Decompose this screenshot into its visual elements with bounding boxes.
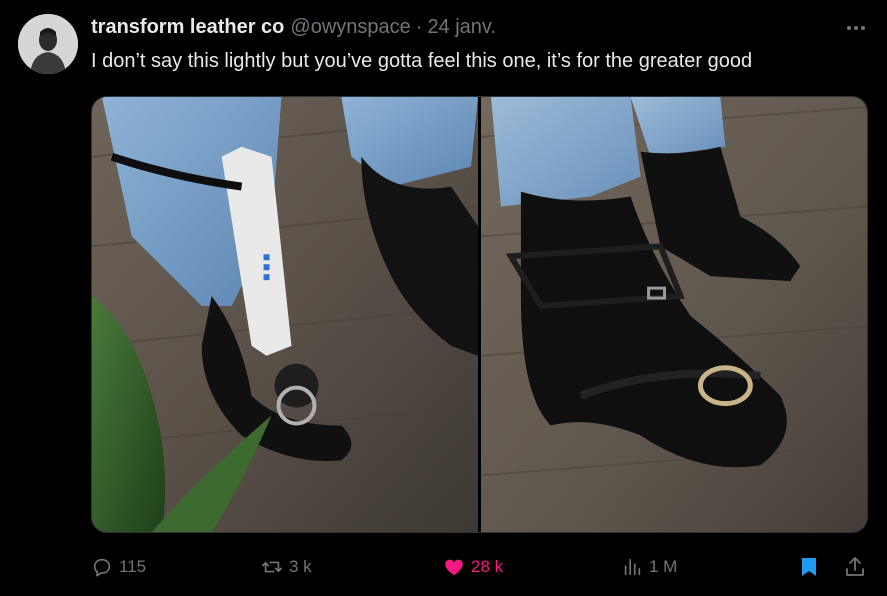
photo-right-image <box>481 97 867 532</box>
like-count: 28 k <box>471 557 504 576</box>
photo-right[interactable] <box>481 97 867 532</box>
user-handle[interactable]: @owynspace <box>290 16 410 39</box>
reply-count: 115 <box>119 557 147 576</box>
media-gallery <box>91 96 868 533</box>
views-icon <box>624 558 641 576</box>
repost-button[interactable]: 3 k <box>261 552 312 582</box>
tweet-date[interactable]: 24 janv. <box>427 16 496 39</box>
reply-icon <box>93 558 111 577</box>
repost-count: 3 k <box>289 557 312 576</box>
tweet-actions: 115 3 k 28 k 1 M <box>91 552 871 582</box>
avatar[interactable] <box>18 14 78 74</box>
tweet-text: I don’t say this lightly but you’ve gott… <box>91 50 753 72</box>
more-dot <box>847 26 851 30</box>
reply-button[interactable]: 115 <box>91 552 146 582</box>
more-dot <box>861 26 865 30</box>
bookmark-icon <box>802 558 816 576</box>
display-name[interactable]: transform leather co <box>91 16 284 39</box>
tweet-header: transform leather co @owynspace · 24 jan… <box>91 14 871 40</box>
separator: · <box>415 15 423 38</box>
repost-icon <box>262 561 282 573</box>
tweet: transform leather co @owynspace · 24 jan… <box>0 0 887 596</box>
like-button[interactable]: 28 k <box>443 552 503 582</box>
bookmark-button[interactable] <box>797 552 821 582</box>
more-icon[interactable] <box>843 20 869 36</box>
views-button[interactable]: 1 M <box>621 552 677 582</box>
photo-left[interactable] <box>92 97 478 532</box>
more-dot <box>854 26 858 30</box>
avatar-image <box>18 14 78 74</box>
share-button[interactable] <box>843 552 867 582</box>
share-icon <box>846 557 864 576</box>
views-count: 1 M <box>649 557 678 576</box>
heart-icon <box>445 559 463 576</box>
photo-left-image <box>92 97 478 532</box>
